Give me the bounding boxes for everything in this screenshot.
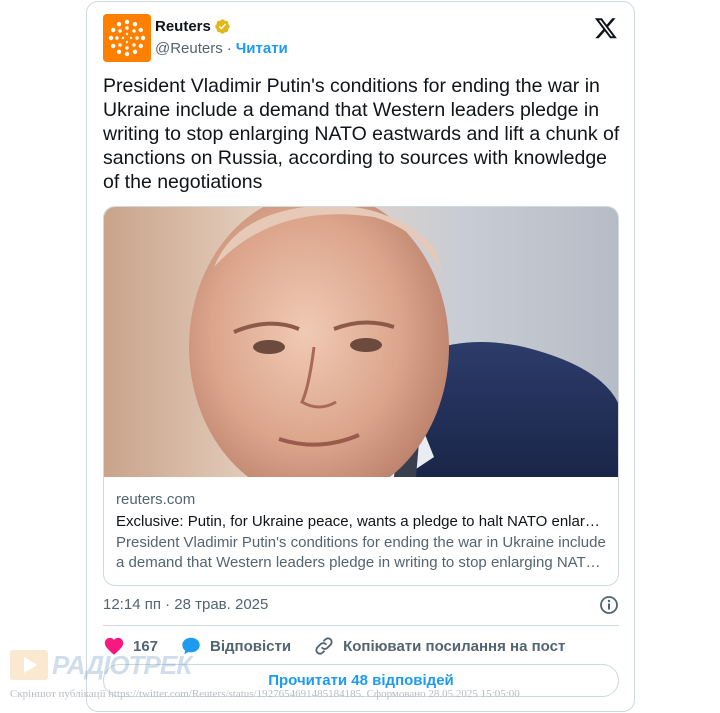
x-logo-icon[interactable] [594,16,618,40]
screenshot-footnote: Скріншот публікації https://twitter.com/… [10,688,520,700]
reply-label: Відповісти [210,637,292,655]
author-name[interactable]: Reuters [155,18,211,35]
link-preview-meta: reuters.com Exclusive: Putin, for Ukrain… [116,491,608,573]
link-preview-card[interactable]: reuters.com Exclusive: Putin, for Ukrain… [103,206,619,586]
heart-icon [103,635,125,657]
like-button[interactable]: 167 [103,635,158,657]
verified-badge-icon [214,18,231,35]
author-handle[interactable]: @Reuters [155,40,223,57]
tweet-timestamp[interactable]: 12:14 пп · 28 трав. 2025 [103,596,268,613]
reply-bubble-icon [180,635,202,657]
reuters-logo-icon [103,14,151,62]
info-icon[interactable] [599,595,619,615]
follow-button[interactable]: Читати [236,40,288,57]
copy-link-label: Копіювати посилання на пост [343,637,566,655]
timestamp-row: 12:14 пп · 28 трав. 2025 [103,594,619,618]
tweet-header: Reuters @Reuters · Читати [103,14,620,64]
reuters-avatar[interactable] [103,14,151,62]
tweet-card: Reuters @Reuters · Читати President Vlad… [86,1,635,712]
tweet-text: President Vladimir Putin's conditions fo… [103,75,620,193]
author-handle-line: @Reuters · Читати [155,40,288,57]
handle-separator: · [226,40,232,57]
divider [103,625,619,626]
author-name-line: Reuters [155,18,231,35]
likes-count: 167 [133,637,159,655]
link-description: President Vladimir Putin's conditions fo… [116,534,606,571]
link-title: Exclusive: Putin, for Ukraine peace, wan… [116,513,608,530]
copy-link-button[interactable]: Копіювати посилання на пост [313,635,565,657]
reply-button[interactable]: Відповісти [180,635,291,657]
link-preview-image [104,207,618,477]
action-bar: 167 Відповісти Копіювати посилання на по… [103,634,587,658]
play-logo-icon [10,650,48,680]
link-domain: reuters.com [116,491,196,508]
link-icon [313,635,335,657]
